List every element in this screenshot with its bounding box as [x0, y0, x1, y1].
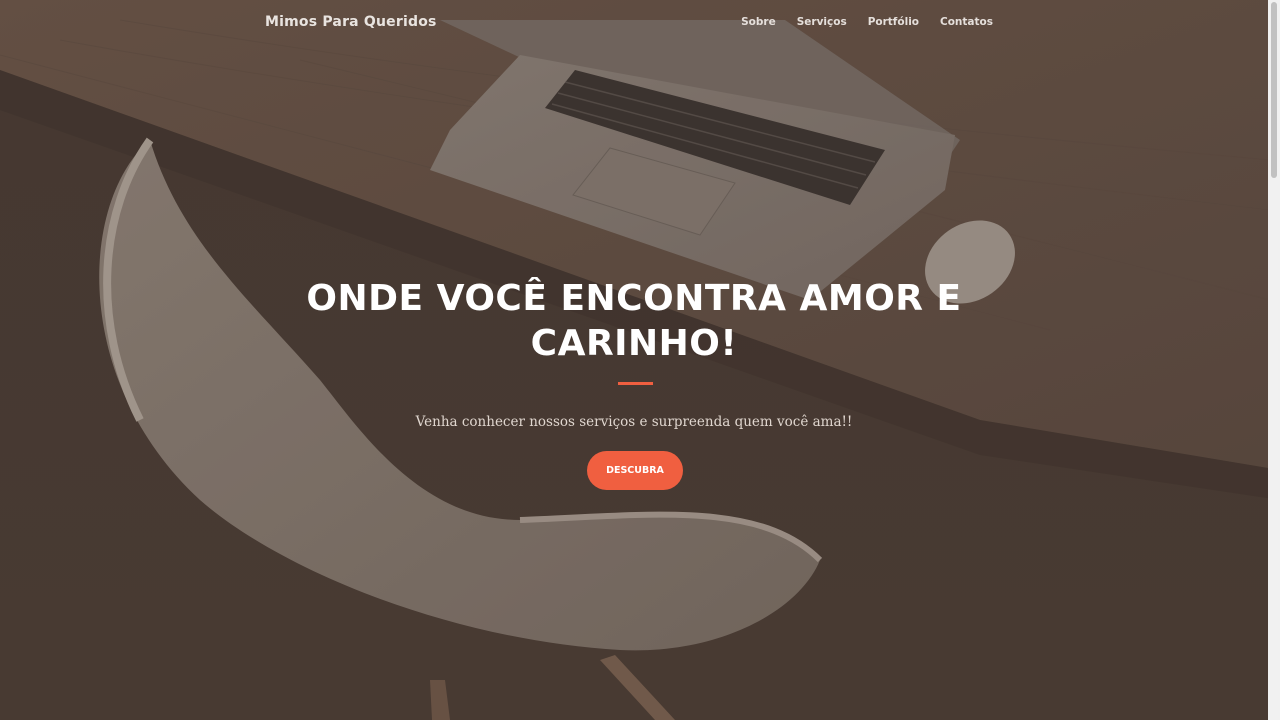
hero-title-line1: ONDE VOCÊ ENCONTRA AMOR E [306, 278, 962, 319]
vertical-scrollbar[interactable] [1268, 0, 1280, 720]
discover-button[interactable]: DESCUBRA [587, 451, 683, 490]
page: Mimos Para Queridos Sobre Serviços Portf… [0, 0, 1280, 720]
hero-title: ONDE VOCÊ ENCONTRA AMOR E CARINHO! [284, 276, 984, 366]
scrollbar-thumb[interactable] [1271, 2, 1277, 178]
hero-subtitle: Venha conhecer nossos serviços e surpree… [415, 413, 853, 430]
hero-divider [618, 382, 653, 385]
hero-section: ONDE VOCÊ ENCONTRA AMOR E CARINHO! Venha … [0, 0, 1268, 720]
hero-title-line2: CARINHO! [530, 323, 738, 364]
